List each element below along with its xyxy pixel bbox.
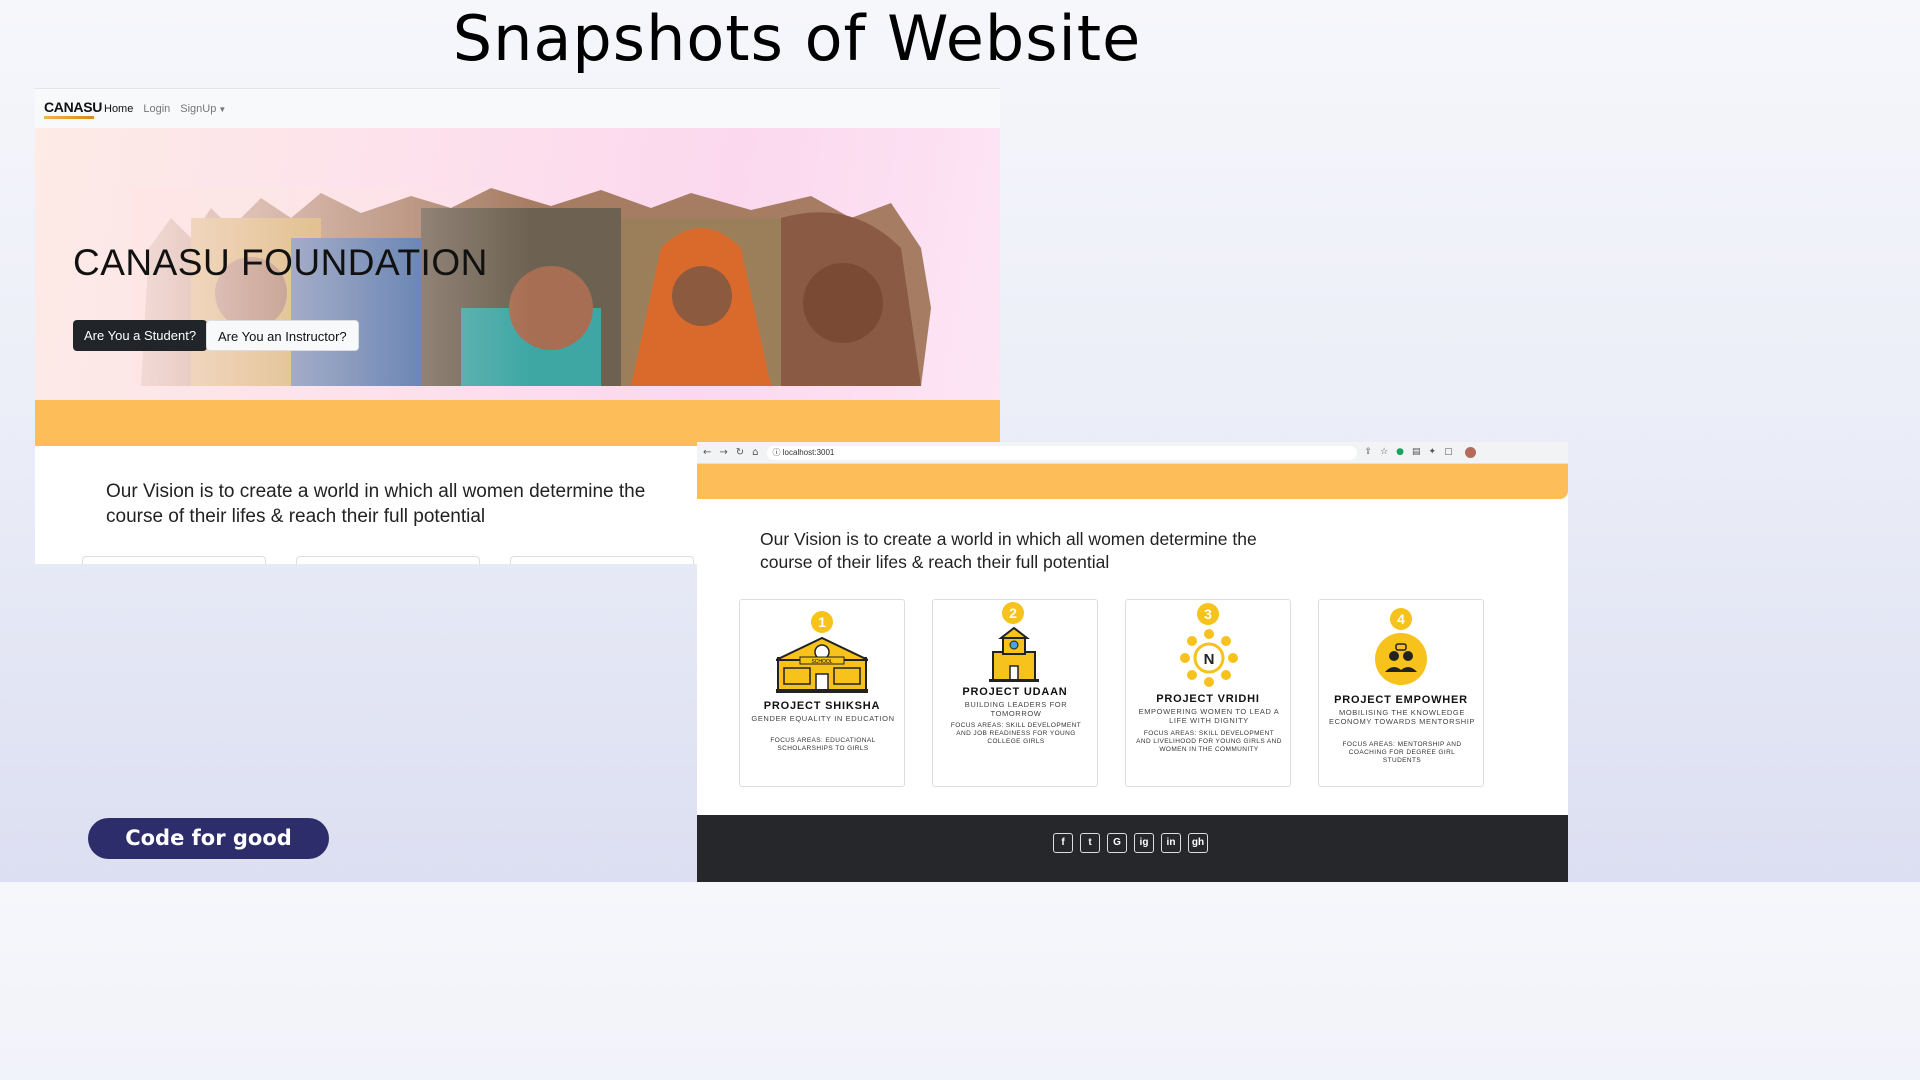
linkedin-icon[interactable]: in xyxy=(1161,833,1181,853)
card-peek xyxy=(510,556,694,564)
hero-photo-collage xyxy=(131,188,931,386)
project-focus: FOCUS AREAS: SKILL DEVELOPMENT AND LIVEL… xyxy=(1136,730,1282,753)
sidebar-icon[interactable]: ▢ xyxy=(1444,447,1453,458)
hero-banner: CANASU FOUNDATION Are You a Student? Are… xyxy=(35,128,1000,400)
project-subtitle: EMPOWERING WOMEN TO LEAD A LIFE WITH DIG… xyxy=(1138,707,1280,725)
nav-signup[interactable]: SignUp ▼ xyxy=(180,103,226,115)
instructor-button[interactable]: Are You an Instructor? xyxy=(206,320,359,351)
project-title: PROJECT EMPOWHER xyxy=(1334,694,1468,706)
project-number: 1 xyxy=(811,611,833,633)
project-number: 3 xyxy=(1197,603,1219,625)
school-icon: SCHOOL xyxy=(776,636,868,693)
puzzle-icon[interactable]: ✦ xyxy=(1429,447,1437,458)
reload-icon[interactable]: ↻ xyxy=(736,447,744,458)
orange-band xyxy=(697,464,1568,499)
project-title: PROJECT VRIDHI xyxy=(1156,693,1260,705)
vision-statement: Our Vision is to create a world in which… xyxy=(760,529,1257,572)
github-icon[interactable]: gh xyxy=(1188,833,1208,853)
share-icon[interactable]: ⇪ xyxy=(1365,447,1373,458)
url-text: localhost:3001 xyxy=(782,447,835,457)
project-card[interactable]: 1 SCHOOL PROJECT SHIKSHA GENDER EQUALITY… xyxy=(739,599,905,787)
card-peek xyxy=(296,556,480,564)
nav-login[interactable]: Login xyxy=(143,103,170,115)
slide-title: Snapshots of Website xyxy=(452,2,1142,75)
nav-home[interactable]: Home xyxy=(104,103,133,115)
logo-text: CANASU xyxy=(44,98,103,115)
extension-icon[interactable]: ● xyxy=(1396,447,1404,458)
mentorship-icon xyxy=(1375,633,1427,685)
orange-band xyxy=(35,400,1000,446)
caret-down-icon: ▼ xyxy=(218,104,227,114)
card-peek xyxy=(82,556,266,564)
code-for-good-badge: Code for good xyxy=(88,818,329,859)
google-icon[interactable]: G xyxy=(1107,833,1127,853)
student-button[interactable]: Are You a Student? xyxy=(73,320,208,351)
project-card[interactable]: 4 PROJECT EMPOWHER MOBILISING THE KNOWLE… xyxy=(1318,599,1484,787)
address-bar[interactable]: ⓘ localhost:3001 xyxy=(766,445,1357,460)
college-icon xyxy=(989,626,1039,682)
nav-signup-label: SignUp xyxy=(180,102,217,115)
project-focus: FOCUS AREAS: MENTORSHIP AND COACHING FOR… xyxy=(1342,741,1462,764)
instagram-icon[interactable]: ig xyxy=(1134,833,1154,853)
hero-title: CANASU FOUNDATION xyxy=(73,242,488,283)
project-number: 2 xyxy=(1002,602,1024,624)
project-title: PROJECT SHIKSHA xyxy=(763,700,881,712)
vision-statement: Our Vision is to create a world in which… xyxy=(106,481,646,527)
project-title: PROJECT UDAAN xyxy=(962,686,1068,698)
projects-screenshot: ← → ↻ ⌂ ⓘ localhost:3001 ⇪ ☆ ● ▤ ✦ ▢ Our… xyxy=(697,442,1568,882)
forward-arrow-icon[interactable]: → xyxy=(719,447,727,458)
social-links: f t G ig in gh xyxy=(1053,833,1215,853)
logo[interactable]: CANASU xyxy=(44,98,103,119)
project-number: 4 xyxy=(1390,608,1412,630)
document-icon[interactable]: ▤ xyxy=(1412,447,1421,458)
home-icon[interactable]: ⌂ xyxy=(752,447,758,458)
navbar: CANASU Home Login SignUp ▼ xyxy=(35,88,1000,128)
project-subtitle: BUILDING LEADERS FOR TOMORROW xyxy=(964,700,1068,718)
logo-underline xyxy=(44,115,94,119)
project-card[interactable]: 2 PROJECT UDAAN BUILDING LEADERS FOR TOM… xyxy=(932,599,1098,787)
project-card[interactable]: 3 N PROJECT VRIDHI EMPOWERING WOMEN TO L… xyxy=(1125,599,1291,787)
project-subtitle: GENDER EQUALITY IN EDUCATION xyxy=(751,714,895,723)
extension-icons: ⇪ ☆ ● ▤ ✦ ▢ xyxy=(1365,447,1476,458)
community-icon: N xyxy=(1180,629,1238,687)
project-focus: FOCUS AREAS: SKILL DEVELOPMENT AND JOB R… xyxy=(950,722,1082,745)
vridhi-mark-text: N xyxy=(1204,651,1215,668)
footer: f t G ig in gh xyxy=(697,815,1568,882)
school-sign-text: SCHOOL xyxy=(811,659,832,665)
bookmark-icon[interactable]: ☆ xyxy=(1380,447,1388,458)
facebook-icon[interactable]: f xyxy=(1053,833,1073,853)
project-subtitle: MOBILISING THE KNOWLEDGE ECONOMY TOWARDS… xyxy=(1328,708,1476,726)
back-arrow-icon[interactable]: ← xyxy=(703,447,711,458)
project-focus: FOCUS AREAS: EDUCATIONAL SCHOLARSHIPS TO… xyxy=(770,737,876,752)
info-icon: ⓘ xyxy=(772,447,783,457)
browser-toolbar: ← → ↻ ⌂ ⓘ localhost:3001 ⇪ ☆ ● ▤ ✦ ▢ xyxy=(697,442,1568,464)
profile-avatar[interactable] xyxy=(1464,447,1476,458)
twitter-icon[interactable]: t xyxy=(1080,833,1100,853)
